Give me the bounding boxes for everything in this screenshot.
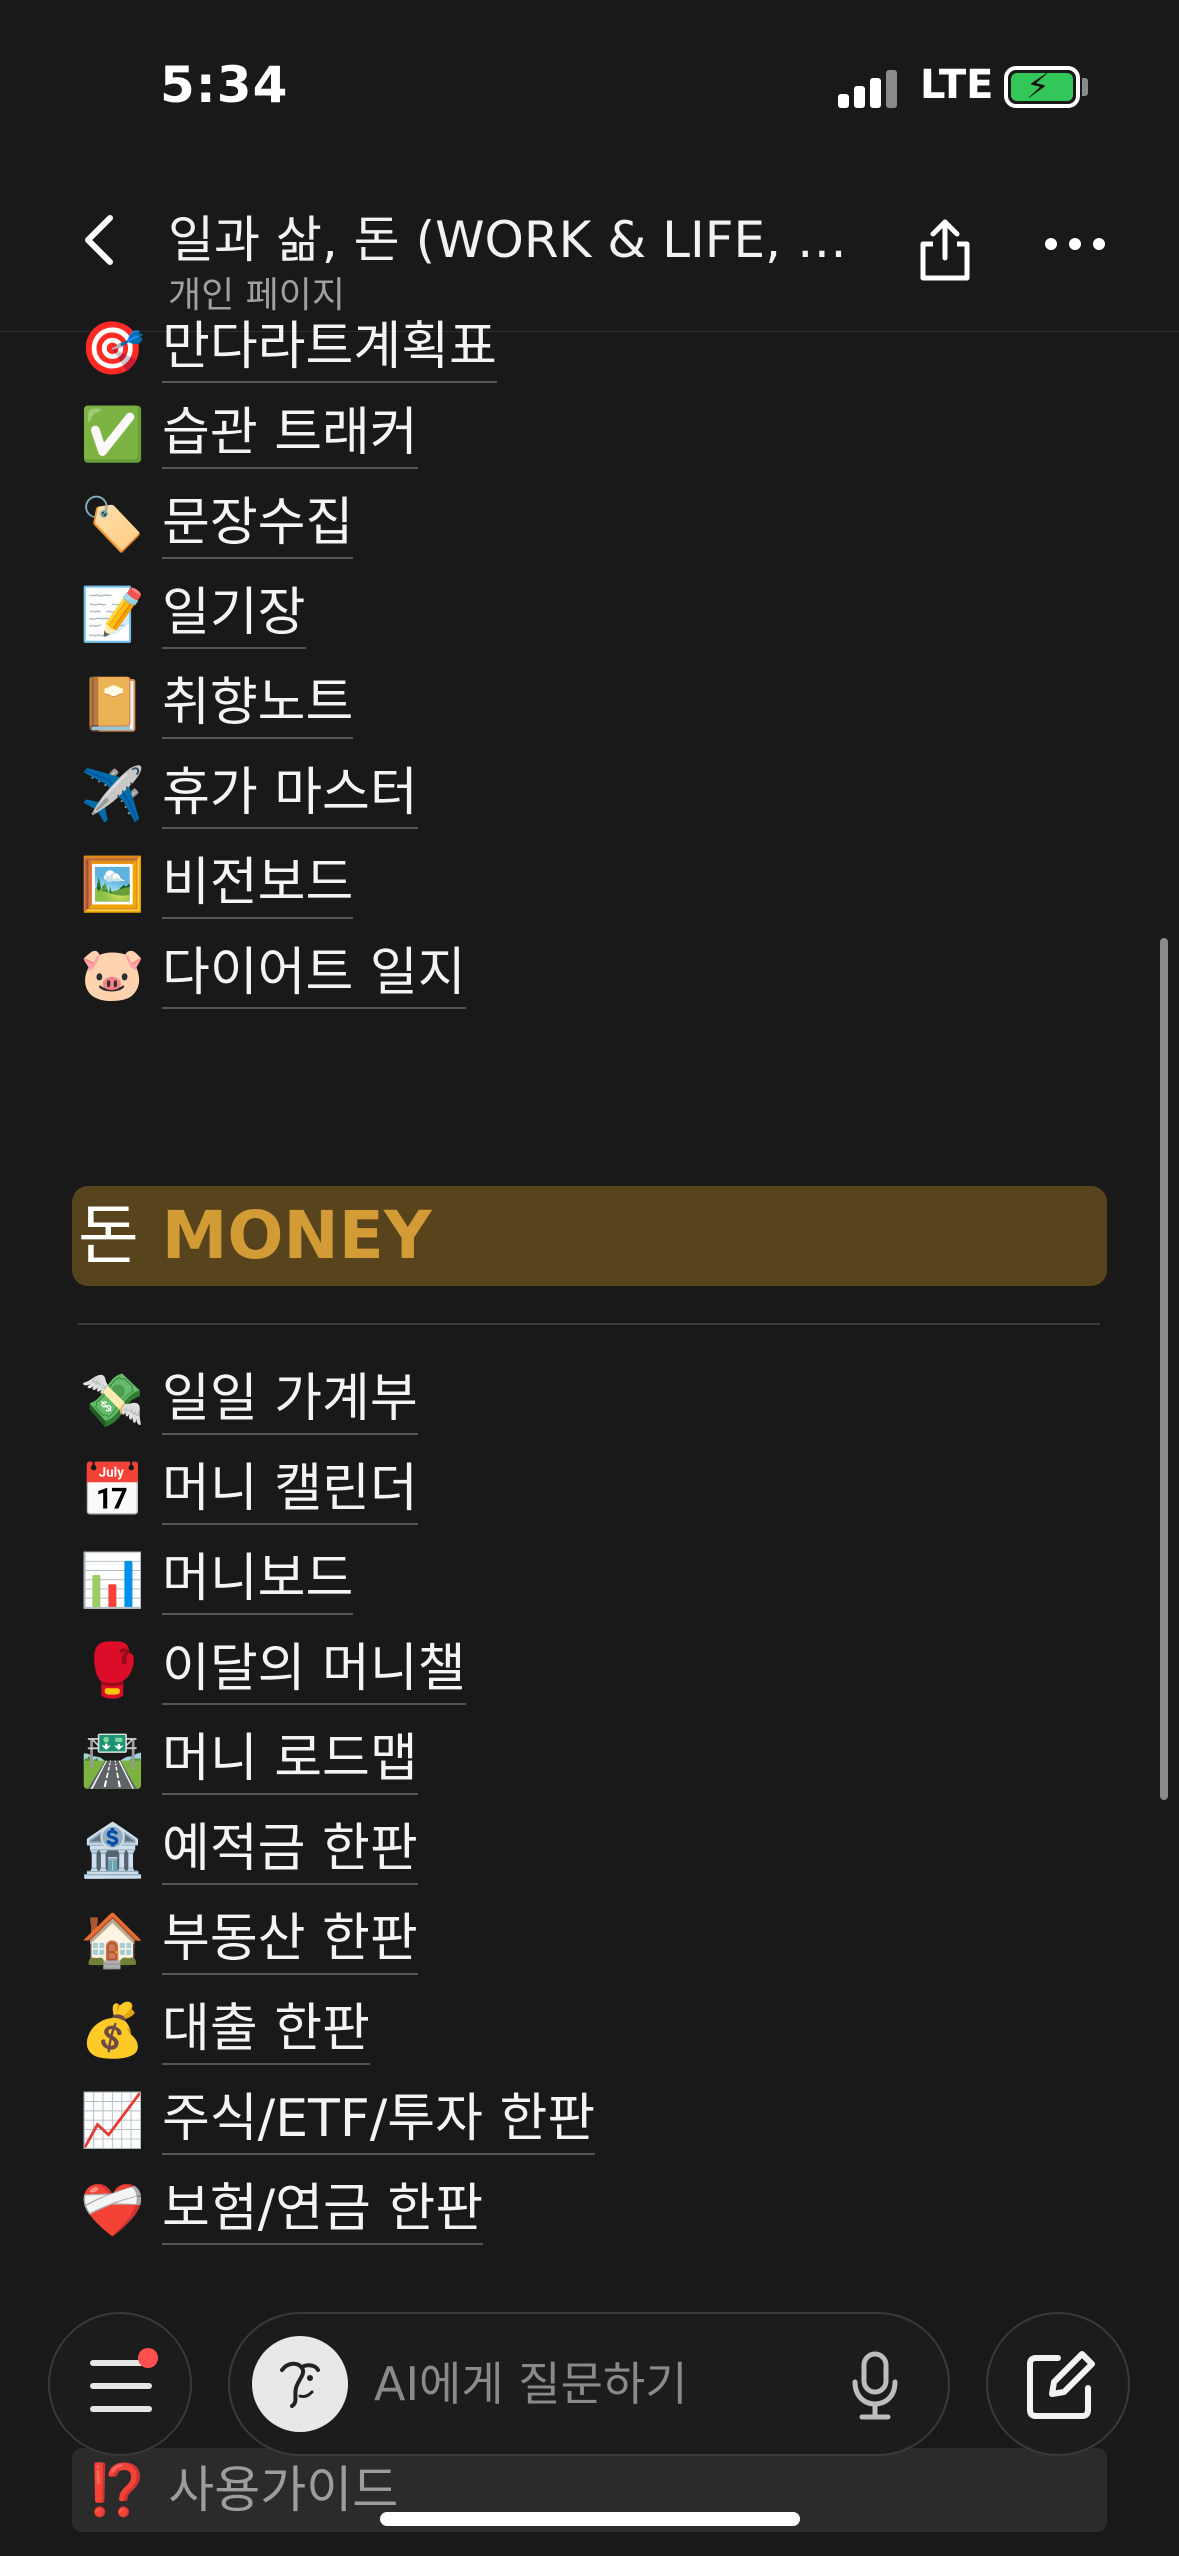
item-label: 비전보드: [162, 851, 354, 919]
list-item[interactable]: 🐷 다이어트 일지: [80, 940, 466, 1010]
item-emoji: ✅: [80, 405, 145, 465]
item-emoji: 🛣️: [80, 1731, 145, 1791]
guide-item[interactable]: ⁉️ 사용가이드: [86, 2452, 398, 2528]
compose-button[interactable]: [986, 2312, 1130, 2456]
item-emoji: 📅: [80, 1461, 145, 1521]
page-subtitle: 개인 페이지: [168, 275, 346, 316]
item-emoji: 💰: [80, 2001, 145, 2061]
item-label: 보험/연금 한판: [162, 2177, 484, 2245]
ai-avatar-icon: [252, 2336, 348, 2432]
money-section-heading: 돈 MONEY: [78, 1192, 432, 1280]
item-label: 다이어트 일지: [162, 941, 466, 1009]
item-label: 만다라트계획표: [162, 315, 497, 383]
list-item[interactable]: 💰 대출 한판: [80, 1996, 370, 2066]
scrollbar[interactable]: [1160, 938, 1168, 1800]
item-emoji: 🏠: [80, 1911, 145, 1971]
item-emoji: 📈: [80, 2091, 145, 2151]
item-emoji: 📔: [80, 675, 145, 735]
item-label: 휴가 마스터: [162, 761, 418, 829]
compose-icon: [1027, 2351, 1095, 2419]
list-item[interactable]: 📔 취향노트: [80, 670, 354, 740]
back-arrow-icon[interactable]: [80, 210, 120, 270]
list-item[interactable]: 🏠 부동산 한판: [80, 1906, 418, 1976]
screen: 5:34 LTE ⚡ 일과 삶, 돈 (WORK & LIFE, M... 개인…: [0, 0, 1179, 2556]
item-label: 머니 캘린더: [162, 1457, 418, 1525]
item-label: 머니보드: [162, 1547, 354, 1615]
list-item[interactable]: 🛣️ 머니 로드맵: [80, 1726, 418, 1796]
status-time: 5:34: [160, 56, 289, 114]
list-item[interactable]: 📈 주식/ETF/투자 한판: [80, 2086, 596, 2156]
page-title: 일과 삶, 돈 (WORK & LIFE, M...: [168, 211, 848, 269]
item-label: 부동산 한판: [162, 1907, 418, 1975]
item-label: 일일 가계부: [162, 1367, 418, 1435]
item-emoji: 🖼️: [80, 855, 145, 915]
money-heading-en: MONEY: [161, 1197, 432, 1274]
microphone-icon[interactable]: [850, 2350, 900, 2422]
ai-ask-bar[interactable]: AI에게 질문하기: [228, 2312, 950, 2456]
money-heading-ko: 돈: [78, 1197, 139, 1274]
item-label: 이달의 머니챌: [162, 1637, 466, 1705]
item-emoji: 📝: [80, 585, 145, 645]
list-item[interactable]: ❤️‍🩹 보험/연금 한판: [80, 2176, 484, 2246]
battery-tip: [1082, 78, 1088, 96]
list-item[interactable]: 💸 일일 가계부: [80, 1366, 418, 1436]
list-item[interactable]: 🎯 만다라트계획표: [80, 314, 497, 384]
list-item[interactable]: 🏷️ 문장수집: [80, 490, 354, 560]
network-type: LTE: [920, 62, 994, 108]
item-label: 주식/ETF/투자 한판: [162, 2087, 596, 2155]
item-emoji: 🥊: [80, 1641, 145, 1701]
charging-bolt-icon: ⚡: [1026, 67, 1050, 107]
list-item[interactable]: 🥊 이달의 머니챌: [80, 1636, 466, 1706]
share-icon[interactable]: [915, 216, 975, 282]
nav-header: 일과 삶, 돈 (WORK & LIFE, M... 개인 페이지: [0, 150, 1179, 332]
item-label: 습관 트래커: [162, 401, 418, 469]
notification-dot: [138, 2348, 158, 2368]
status-bar: 5:34 LTE ⚡: [0, 0, 1179, 150]
item-emoji: 🐷: [80, 945, 145, 1005]
item-emoji: 📊: [80, 1551, 145, 1611]
item-emoji: 💸: [80, 1371, 145, 1431]
more-options-icon[interactable]: [1045, 238, 1105, 258]
ai-input-placeholder: AI에게 질문하기: [374, 2357, 688, 2411]
list-item[interactable]: 🖼️ 비전보드: [80, 850, 354, 920]
list-item[interactable]: 📅 머니 캘린더: [80, 1456, 418, 1526]
guide-label: 사용가이드: [168, 2461, 399, 2519]
item-label: 문장수집: [162, 491, 354, 559]
list-item[interactable]: ✅ 습관 트래커: [80, 400, 418, 470]
item-label: 대출 한판: [162, 1997, 370, 2065]
menu-button[interactable]: [48, 2312, 192, 2456]
list-item[interactable]: 🏦 예적금 한판: [80, 1816, 418, 1886]
item-label: 일기장: [162, 581, 306, 649]
list-item[interactable]: 📊 머니보드: [80, 1546, 354, 1616]
list-item[interactable]: ✈️ 휴가 마스터: [80, 760, 418, 830]
guide-emoji: ⁉️: [86, 2461, 149, 2519]
item-label: 머니 로드맵: [162, 1727, 418, 1795]
signal-icon: [838, 70, 898, 108]
item-label: 예적금 한판: [162, 1817, 418, 1885]
item-emoji: 🏷️: [80, 495, 145, 555]
item-label: 취향노트: [162, 671, 354, 739]
ai-face-icon: [280, 2361, 320, 2408]
menu-icon: [90, 2360, 152, 2412]
section-divider: [78, 1323, 1100, 1325]
item-emoji: 🎯: [80, 319, 145, 379]
list-item[interactable]: 📝 일기장: [80, 580, 306, 650]
item-emoji: 🏦: [80, 1821, 145, 1881]
home-indicator: [380, 2512, 800, 2526]
item-emoji: ❤️‍🩹: [80, 2181, 145, 2241]
item-emoji: ✈️: [80, 765, 145, 825]
